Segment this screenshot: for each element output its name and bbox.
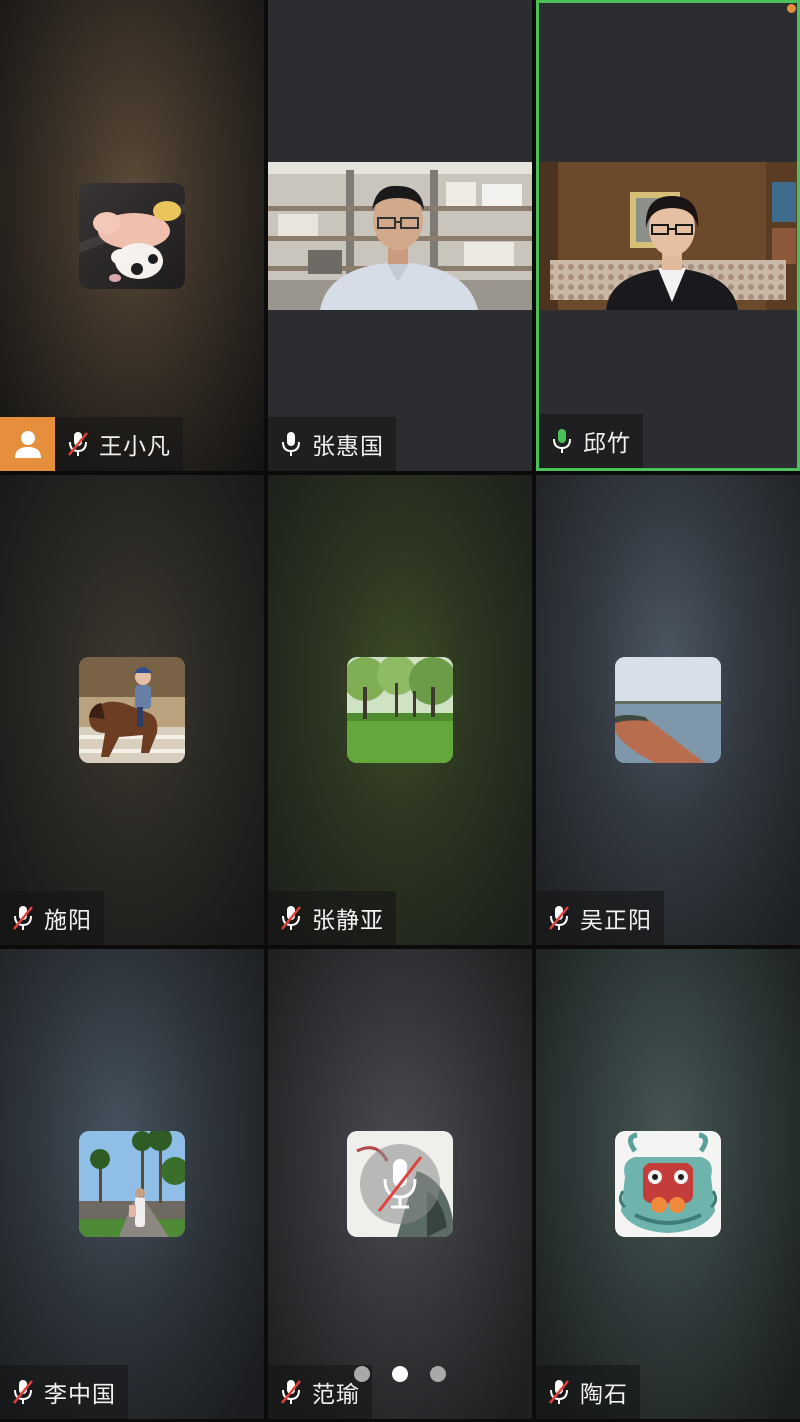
participant-tile-4[interactable]: 施阳 (0, 475, 264, 945)
participant-video (536, 162, 800, 310)
participant-name: 王小凡 (99, 434, 171, 460)
participant-avatar (615, 657, 721, 763)
mic-muted-icon (13, 906, 33, 930)
participant-name-tag: 吴正阳 (536, 891, 664, 945)
participant-avatar (347, 1131, 453, 1237)
mic-on-icon (282, 432, 300, 456)
mic-speaking-icon (553, 429, 571, 453)
participant-tile-8[interactable]: 范瑜 (268, 949, 532, 1419)
participant-name: 吴正阳 (580, 908, 652, 934)
page-indicator (0, 1364, 800, 1384)
participant-avatar (347, 657, 453, 763)
participant-name: 张惠国 (312, 434, 384, 460)
participant-name: 邱竹 (583, 431, 631, 457)
participant-name: 张静亚 (312, 908, 384, 934)
participant-name-tag: 王小凡 (55, 417, 183, 471)
participant-tile-6[interactable]: 吴正阳 (536, 475, 800, 945)
participant-tile-1[interactable]: 王小凡 (0, 0, 264, 471)
participant-tile-7[interactable]: 李中国 (0, 949, 264, 1419)
participant-tile-9[interactable]: 陶石 (536, 949, 800, 1419)
participant-avatar (79, 657, 185, 763)
participant-name-tag: 张惠国 (268, 417, 396, 471)
participant-tile-5[interactable]: 张静亚 (268, 475, 532, 945)
participant-avatar (615, 1131, 721, 1237)
participant-video (268, 162, 532, 310)
page-dot-1[interactable] (354, 1366, 370, 1382)
video-grid: 王小凡 张惠国 邱竹 施阳 张静亚 吴正阳 李中国 范瑜 陶石 (0, 0, 800, 1422)
participant-name-tag: 施阳 (0, 891, 104, 945)
page-dot-3[interactable] (430, 1366, 446, 1382)
mic-muted-icon (549, 906, 569, 930)
participant-name: 施阳 (44, 908, 92, 934)
participant-avatar (79, 1131, 185, 1237)
participant-tile-2[interactable]: 张惠国 (268, 0, 532, 471)
host-badge (0, 417, 55, 471)
participant-name-tag: 张静亚 (268, 891, 396, 945)
participant-avatar (79, 182, 185, 289)
host-person-icon (14, 431, 41, 458)
participant-name-tag: 邱竹 (539, 414, 643, 468)
mic-muted-icon (68, 432, 88, 456)
status-dot (787, 4, 796, 13)
mic-muted-icon (281, 906, 301, 930)
participant-tile-3[interactable]: 邱竹 (536, 0, 800, 471)
page-dot-2[interactable] (392, 1366, 408, 1382)
